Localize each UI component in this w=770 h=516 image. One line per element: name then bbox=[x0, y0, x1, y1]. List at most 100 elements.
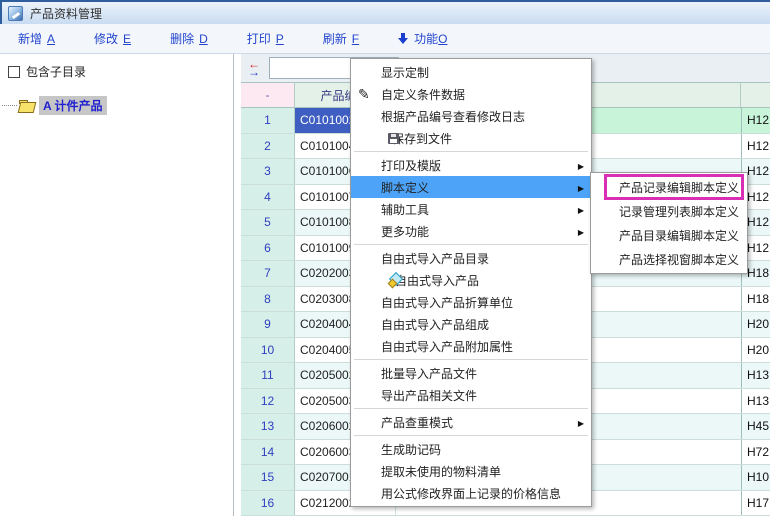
swap-arrows-icon[interactable] bbox=[248, 60, 260, 76]
submenu-item[interactable]: 产品选择视窗脚本定义 bbox=[591, 247, 747, 271]
spec-cell[interactable]: H17 bbox=[741, 491, 770, 516]
menu-item[interactable]: 打印及模版 bbox=[351, 154, 591, 176]
script-definition-submenu: 产品记录编辑脚本定义记录管理列表脚本定义产品目录编辑脚本定义产品选择视窗脚本定义 bbox=[590, 172, 748, 274]
menu-item-label: 生成助记码 bbox=[381, 441, 441, 458]
menu-item[interactable]: 自由式导入产品附加属性 bbox=[351, 335, 591, 357]
menu-item-label: 自由式导入产品 bbox=[395, 272, 479, 289]
submenu-item-label: 产品记录编辑脚本定义 bbox=[619, 179, 739, 196]
pencil-icon bbox=[358, 86, 370, 103]
submenu-item[interactable]: 记录管理列表脚本定义 bbox=[591, 199, 747, 223]
menu-item-label: 自定义条件数据 bbox=[381, 86, 465, 103]
open-folder-icon bbox=[19, 100, 34, 111]
paint-icon bbox=[388, 273, 402, 287]
menu-item[interactable]: 保存到文件 bbox=[351, 127, 591, 149]
menu-item-label: 产品查重模式 bbox=[381, 414, 453, 431]
save-icon bbox=[388, 133, 399, 144]
menu-item[interactable]: 自由式导入产品目录 bbox=[351, 247, 591, 269]
menu-item-label: 自由式导入产品折算单位 bbox=[381, 294, 513, 311]
row-number-cell[interactable]: 12 bbox=[241, 389, 295, 414]
function-menu-button[interactable]: 功能O bbox=[398, 30, 447, 47]
submenu-item-label: 产品目录编辑脚本定义 bbox=[619, 227, 739, 244]
product-data-manager-window: 产品资料管理 新增A 修改E 删除D 打印P 刷新F 功能O 包含子目录 A 计… bbox=[0, 0, 770, 516]
spec-cell[interactable]: H13 bbox=[741, 389, 770, 414]
spec-cell[interactable]: H10 bbox=[741, 465, 770, 490]
row-number-cell[interactable]: 10 bbox=[241, 338, 295, 363]
edit-button[interactable]: 修改E bbox=[94, 30, 131, 47]
row-number-cell[interactable]: 8 bbox=[241, 287, 295, 312]
tree-item-piecework-products[interactable]: A 计件产品 bbox=[2, 96, 233, 115]
print-button[interactable]: 打印P bbox=[247, 30, 284, 47]
menu-item[interactable]: 提取未使用的物料清单 bbox=[351, 460, 591, 482]
menu-item[interactable]: 用公式修改界面上记录的价格信息 bbox=[351, 482, 591, 504]
menu-item-label: 辅助工具 bbox=[381, 201, 429, 218]
menu-separator bbox=[354, 151, 588, 152]
spec-cell[interactable]: H20 bbox=[741, 312, 770, 337]
spec-cell[interactable]: H13 bbox=[741, 363, 770, 388]
menu-item[interactable]: 自由式导入产品折算单位 bbox=[351, 291, 591, 313]
row-number-cell[interactable]: 15 bbox=[241, 465, 295, 490]
menu-item[interactable]: 生成助记码 bbox=[351, 438, 591, 460]
spec-cell[interactable]: H12 bbox=[741, 134, 770, 159]
title-bar: 产品资料管理 bbox=[0, 0, 770, 24]
refresh-button[interactable]: 刷新F bbox=[323, 30, 359, 47]
menu-item[interactable]: 辅助工具 bbox=[351, 198, 591, 220]
down-arrow-icon bbox=[398, 33, 409, 45]
row-number-cell[interactable]: 7 bbox=[241, 261, 295, 286]
spec-cell[interactable]: H20 bbox=[741, 338, 770, 363]
submenu-item-label: 产品选择视窗脚本定义 bbox=[619, 251, 739, 268]
spec-cell[interactable]: H12 bbox=[741, 108, 770, 133]
menu-item-label: 显示定制 bbox=[381, 64, 429, 81]
spec-cell[interactable]: H72 bbox=[741, 440, 770, 465]
row-number-cell[interactable]: 13 bbox=[241, 414, 295, 439]
menu-item[interactable]: 自由式导入产品 bbox=[351, 269, 591, 291]
menu-item[interactable]: 自定义条件数据 bbox=[351, 83, 591, 105]
delete-button[interactable]: 删除D bbox=[170, 30, 208, 47]
toolbar: 新增A 修改E 删除D 打印P 刷新F 功能O bbox=[0, 24, 770, 54]
submenu-item-label: 记录管理列表脚本定义 bbox=[619, 203, 739, 220]
function-dropdown-menu: 显示定制自定义条件数据根据产品编号查看修改日志保存到文件打印及模版脚本定义辅助工… bbox=[350, 58, 592, 507]
submenu-arrow-icon bbox=[578, 158, 591, 172]
menu-item[interactable]: 更多功能 bbox=[351, 220, 591, 242]
menu-item[interactable]: 显示定制 bbox=[351, 61, 591, 83]
header-spec[interactable] bbox=[741, 83, 770, 107]
category-sidebar: 包含子目录 A 计件产品 bbox=[0, 54, 234, 516]
row-number-cell[interactable]: 6 bbox=[241, 236, 295, 261]
menu-item-label: 自由式导入产品目录 bbox=[381, 250, 489, 267]
menu-item-label: 提取未使用的物料清单 bbox=[381, 463, 501, 480]
menu-item[interactable]: 自由式导入产品组成 bbox=[351, 313, 591, 335]
row-number-cell[interactable]: 11 bbox=[241, 363, 295, 388]
add-button[interactable]: 新增A bbox=[18, 30, 55, 47]
menu-item-label: 打印及模版 bbox=[381, 157, 441, 174]
spec-cell[interactable]: H18 bbox=[741, 287, 770, 312]
row-number-cell[interactable]: 16 bbox=[241, 491, 295, 516]
spec-cell[interactable]: H45 bbox=[741, 414, 770, 439]
menu-item[interactable]: 脚本定义 bbox=[351, 176, 591, 198]
row-number-cell[interactable]: 14 bbox=[241, 440, 295, 465]
submenu-item[interactable]: 产品记录编辑脚本定义 bbox=[591, 175, 747, 199]
menu-item-label: 批量导入产品文件 bbox=[381, 365, 477, 382]
menu-separator bbox=[354, 244, 588, 245]
header-row-marker[interactable]: - bbox=[241, 83, 295, 107]
window-title: 产品资料管理 bbox=[30, 5, 102, 22]
row-number-cell[interactable]: 5 bbox=[241, 210, 295, 235]
menu-item[interactable]: 根据产品编号查看修改日志 bbox=[351, 105, 591, 127]
menu-item-label: 保存到文件 bbox=[392, 130, 452, 147]
submenu-item[interactable]: 产品目录编辑脚本定义 bbox=[591, 223, 747, 247]
menu-item-label: 根据产品编号查看修改日志 bbox=[381, 108, 525, 125]
tree-connector bbox=[2, 105, 17, 106]
row-number-cell[interactable]: 1 bbox=[241, 108, 295, 133]
row-number-cell[interactable]: 9 bbox=[241, 312, 295, 337]
include-subdirs-row: 包含子目录 bbox=[8, 63, 233, 80]
row-number-cell[interactable]: 3 bbox=[241, 159, 295, 184]
menu-item-label: 自由式导入产品组成 bbox=[381, 316, 489, 333]
menu-item[interactable]: 导出产品相关文件 bbox=[351, 384, 591, 406]
menu-item-label: 自由式导入产品附加属性 bbox=[381, 338, 513, 355]
include-subdirs-checkbox[interactable] bbox=[8, 66, 20, 78]
menu-item-label: 用公式修改界面上记录的价格信息 bbox=[381, 485, 561, 502]
menu-item[interactable]: 批量导入产品文件 bbox=[351, 362, 591, 384]
row-number-cell[interactable]: 2 bbox=[241, 134, 295, 159]
submenu-arrow-icon bbox=[578, 415, 591, 429]
row-number-cell[interactable]: 4 bbox=[241, 185, 295, 210]
include-subdirs-label: 包含子目录 bbox=[26, 63, 86, 80]
menu-item[interactable]: 产品查重模式 bbox=[351, 411, 591, 433]
